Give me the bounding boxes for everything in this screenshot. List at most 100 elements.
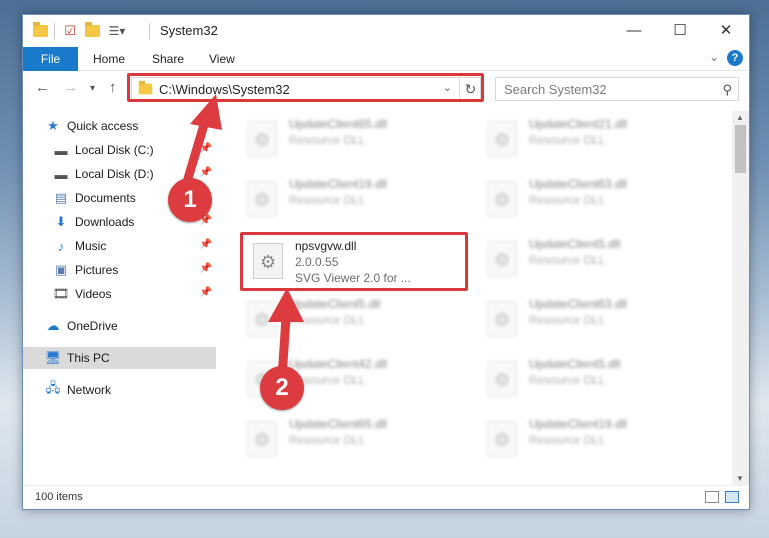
tab-file[interactable]: File [23, 47, 78, 71]
large-icons-view-icon[interactable] [725, 491, 739, 503]
cloud-icon: ☁ [46, 318, 60, 333]
maximize-button[interactable]: ☐ [657, 15, 703, 45]
status-bar: 100 items [23, 485, 749, 509]
sidebar-item-pictures[interactable]: ▣ Pictures 📌 [23, 259, 216, 281]
sidebar-item-label: Videos [75, 287, 112, 301]
help-button[interactable]: ? [727, 50, 743, 66]
properties-icon[interactable]: ☑ [61, 22, 79, 40]
sidebar-item-label: Downloads [75, 215, 135, 229]
sidebar-item-videos[interactable]: 🎞 Videos 📌 [23, 283, 216, 305]
sidebar-item-label: Pictures [75, 263, 119, 277]
up-arrow-icon[interactable]: ↑ [109, 79, 117, 96]
download-icon: ⬇ [55, 214, 67, 229]
sidebar-item-label: Local Disk (D:) [75, 167, 154, 181]
file-name: UpdateClient5.dll [529, 357, 621, 371]
forward-arrow-icon[interactable]: → [63, 79, 78, 96]
sidebar-item-label: OneDrive [67, 319, 118, 333]
dll-file-icon [487, 181, 517, 217]
file-description: Resource DLL [529, 313, 606, 327]
ribbon-tabs: File Home Share View ⌄ ? [23, 47, 749, 71]
divider [149, 23, 150, 39]
list-item[interactable]: UpdateClient5.dll Resource DLL [479, 355, 707, 407]
file-description: Resource DLL [289, 433, 366, 447]
sidebar-item-music[interactable]: ♪ Music 📌 [23, 235, 216, 257]
file-description: Resource DLL [289, 193, 366, 207]
step-2-badge: 2 [260, 366, 304, 410]
item-count: 100 items [35, 491, 83, 503]
close-button[interactable]: ✕ [703, 15, 749, 45]
search-icon[interactable]: ⚲ [722, 82, 732, 98]
dll-file-icon [487, 361, 517, 397]
file-name: UpdateClient65.dll [289, 117, 388, 131]
search-input[interactable]: Search System32 ⚲ [495, 77, 739, 101]
sidebar-item-label: This PC [67, 351, 110, 365]
list-item[interactable]: UpdateClient63.dll Resource DLL [479, 175, 707, 227]
expand-ribbon-icon[interactable]: ⌄ [709, 50, 719, 64]
pin-icon[interactable]: 📌 [200, 239, 212, 250]
dll-file-icon [487, 301, 517, 337]
step-1-badge: 1 [168, 178, 212, 222]
music-icon: ♪ [57, 238, 65, 254]
file-description: Resource DLL [529, 373, 606, 387]
computer-icon: 🖥 [44, 350, 62, 365]
drive-icon: ▬ [54, 142, 68, 158]
file-name: UpdateClient65.dll [289, 417, 388, 431]
file-name: UpdateClient21.dll [529, 117, 628, 131]
sidebar-item-label: Quick access [67, 119, 139, 133]
pictures-icon: ▣ [54, 262, 68, 277]
file-name: UpdateClient63.dll [529, 177, 628, 191]
list-item[interactable]: UpdateClient65.dll Resource DLL [239, 415, 467, 467]
file-description: Resource DLL [529, 133, 606, 147]
file-name: UpdateClient19.dll [529, 417, 628, 431]
new-folder-icon[interactable] [83, 22, 101, 40]
scrollbar-thumb[interactable] [735, 125, 746, 173]
dll-file-icon [247, 121, 277, 157]
file-description: Resource DLL [529, 193, 606, 207]
recent-locations-icon[interactable]: ▾ [90, 83, 95, 94]
dll-file-icon [247, 421, 277, 457]
list-item[interactable]: UpdateClient65.dll Resource DLL [239, 115, 467, 167]
file-description: Resource DLL [289, 133, 366, 147]
file-name: UpdateClient5.dll [529, 237, 621, 251]
sidebar-item-this-pc[interactable]: 🖥 This PC [23, 347, 216, 369]
file-description: Resource DLL [529, 433, 606, 447]
file-highlight-box [240, 232, 468, 291]
back-arrow-icon[interactable]: ← [35, 79, 50, 96]
file-name: UpdateClient63.dll [529, 297, 628, 311]
vertical-scrollbar[interactable]: ▲ ▼ [732, 111, 749, 485]
dll-file-icon [487, 241, 517, 277]
sidebar-item-network[interactable]: 🖧 Network [23, 379, 216, 401]
scroll-up-icon[interactable]: ▲ [736, 113, 744, 122]
minimize-button[interactable]: — [611, 15, 657, 45]
divider [54, 23, 55, 39]
list-item[interactable]: UpdateClient63.dll Resource DLL [479, 295, 707, 347]
dll-file-icon [247, 181, 277, 217]
tab-home[interactable]: Home [93, 52, 125, 66]
sidebar-item-onedrive[interactable]: ☁ OneDrive [23, 315, 216, 337]
sidebar-item-label: Documents [75, 191, 136, 205]
documents-icon: ▤ [54, 190, 68, 205]
list-item[interactable]: UpdateClient21.dll Resource DLL [479, 115, 707, 167]
sidebar-item-label: Local Disk (C:) [75, 143, 154, 157]
pin-icon[interactable]: 📌 [200, 263, 212, 274]
pin-icon[interactable]: 📌 [200, 287, 212, 298]
sidebar-item-label: Network [67, 383, 112, 397]
network-icon: 🖧 [45, 380, 61, 395]
search-placeholder: Search System32 [504, 81, 607, 97]
dll-file-icon [487, 121, 517, 157]
list-item[interactable]: UpdateClient19.dll Resource DLL [479, 415, 707, 467]
details-view-icon[interactable] [705, 491, 719, 503]
customize-qat-icon[interactable]: ☰▾ [105, 22, 129, 40]
list-item[interactable]: UpdateClient19.dll Resource DLL [239, 175, 467, 227]
list-item[interactable]: UpdateClient5.dll Resource DLL [479, 235, 707, 287]
tab-view[interactable]: View [209, 52, 235, 66]
star-icon: ★ [47, 118, 59, 133]
file-description: Resource DLL [529, 253, 606, 267]
tab-share[interactable]: Share [152, 52, 184, 66]
scroll-down-icon[interactable]: ▼ [736, 474, 744, 483]
video-icon: 🎞 [52, 286, 70, 301]
title-bar: ☑ ☰▾ System32 — ☐ ✕ [23, 15, 749, 47]
folder-icon [31, 22, 49, 40]
dll-file-icon [487, 421, 517, 457]
file-name: UpdateClient19.dll [289, 177, 388, 191]
